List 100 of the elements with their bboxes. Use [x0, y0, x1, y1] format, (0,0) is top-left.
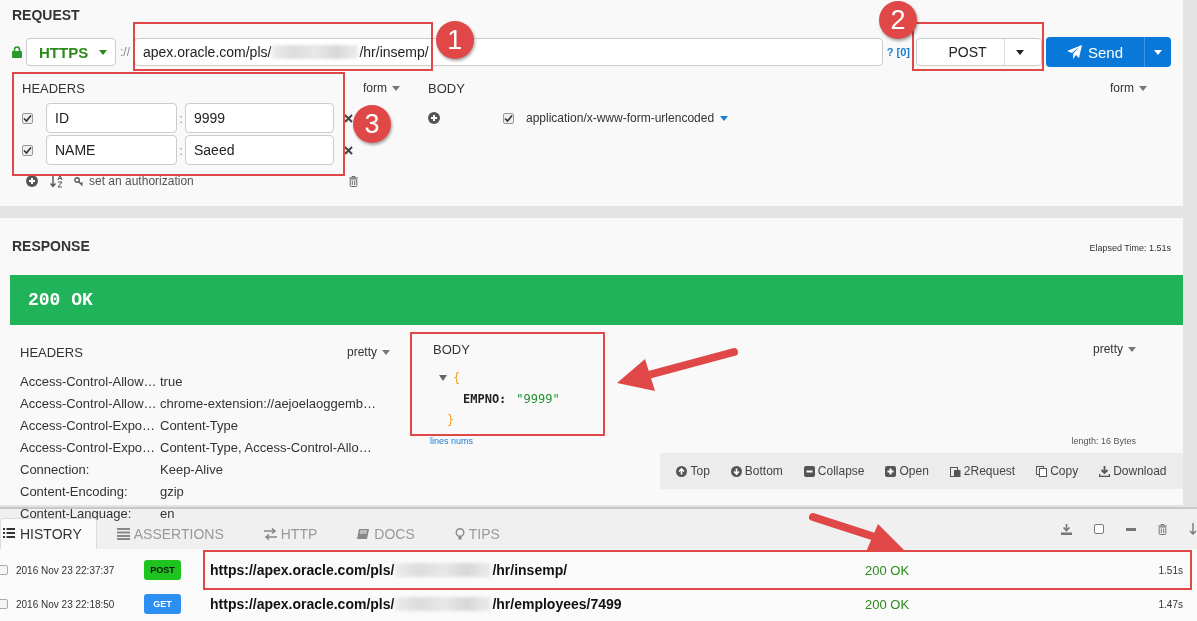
header-value: en: [160, 505, 175, 521]
header-name-field[interactable]: NAME: [46, 135, 177, 165]
section-title: BODY: [428, 80, 465, 96]
plus-square-icon: [885, 465, 897, 477]
header-value: Content-Type: [160, 417, 239, 433]
mode-dropdown[interactable]: form: [1110, 81, 1147, 95]
colon-text: :: [178, 110, 184, 126]
header-value: Keep-Alive: [160, 461, 223, 477]
toolbar-button[interactable]: 2Request: [949, 464, 1016, 478]
checkbox[interactable]: [0, 565, 8, 575]
close-icon[interactable]: [344, 145, 353, 155]
timestamp-text: 2016 Nov 23 22:37:37: [16, 564, 116, 576]
arrow-down-circle-icon: [730, 465, 742, 477]
minus-square-icon: [803, 465, 815, 477]
minimize-icon[interactable]: [1126, 527, 1136, 531]
header-value-field[interactable]: Saeed: [185, 135, 334, 165]
method-badge: GET: [144, 594, 181, 614]
toolbar-button[interactable]: Copy: [1036, 464, 1079, 478]
tab[interactable]: HISTORY: [0, 518, 97, 549]
header-name: Access-Control-Allow…: [20, 395, 158, 411]
header-name: Access-Control-Expo…: [20, 417, 157, 433]
toolbar-button[interactable]: Download: [1099, 464, 1167, 478]
section-title: REQUEST: [12, 7, 80, 25]
header-value: true: [160, 373, 183, 389]
elapsed-time-text: Elapsed Time: 1.51s: [1089, 243, 1171, 253]
authorization-link[interactable]: set an authorization: [89, 174, 194, 188]
toolbar-button[interactable]: Collapse: [803, 464, 865, 478]
key-icon: [74, 176, 83, 186]
add-icon[interactable]: [26, 175, 38, 187]
length-text: length: 16 Bytes: [1071, 436, 1136, 446]
download-icon[interactable]: [1061, 523, 1072, 535]
line-numbers-link[interactable]: lines nums: [430, 436, 474, 446]
status-bar: 200 OK: [10, 275, 1183, 325]
caret-icon: [1139, 85, 1147, 91]
section-title: HEADERS: [20, 344, 83, 360]
method-dropdown[interactable]: POST: [916, 38, 1042, 66]
request-url-link[interactable]: https://apex.oracle.com/pls/: [210, 596, 395, 612]
section-title: RESPONSE: [12, 238, 90, 256]
scheme-dropdown[interactable]: HTTPS: [26, 38, 116, 66]
caret-icon: [1016, 49, 1024, 55]
checkbox[interactable]: [22, 112, 33, 124]
header-name-field[interactable]: ID: [46, 103, 177, 133]
header-name: Access-Control-Allow…: [20, 373, 158, 389]
list-icon: [116, 527, 130, 540]
list-icon: [3, 528, 16, 540]
request-url-link[interactable]: https://apex.oracle.com/pls/: [210, 562, 395, 578]
header-name: Content-Language:: [20, 505, 133, 521]
caret-icon: [382, 349, 390, 355]
param-count-link[interactable]: [0]: [896, 46, 910, 58]
toolbar-button[interactable]: Top: [676, 464, 710, 478]
json-value: "9999": [516, 391, 560, 406]
header-name: Connection:: [20, 461, 91, 477]
paste-icon: [949, 465, 961, 477]
square-icon[interactable]: [1094, 524, 1104, 534]
section-title: BODY: [432, 342, 471, 357]
trash-icon[interactable]: [1158, 523, 1167, 535]
url-text: /hr/insemp/: [359, 44, 429, 60]
checkbox[interactable]: [22, 144, 33, 156]
header-value: Content-Type, Access-Control-Allo…: [160, 439, 372, 455]
help-link[interactable]: ?: [886, 46, 894, 58]
caret-icon: [1128, 346, 1136, 352]
close-icon[interactable]: [344, 113, 353, 123]
mode-dropdown[interactable]: pretty: [347, 345, 390, 359]
send-button[interactable]: Send: [1046, 37, 1171, 67]
header-value: gzip: [160, 483, 184, 499]
checkbox[interactable]: [0, 599, 8, 609]
swap-arrows-icon: [263, 527, 277, 540]
json-brace: }: [447, 412, 455, 427]
header-name: Content-Encoding:: [20, 483, 129, 499]
checkbox[interactable]: [503, 112, 514, 124]
status-text: 200 OK: [865, 596, 910, 612]
request-url-link[interactable]: /hr/employees/7499: [492, 596, 622, 612]
url-text: apex.oracle.com/pls/: [143, 44, 272, 60]
status-text: 200 OK: [865, 562, 910, 578]
timestamp-text: 2016 Nov 23 22:18:50: [16, 598, 116, 610]
caret-icon: [99, 49, 107, 55]
book-icon: [357, 527, 371, 540]
json-brace: {: [453, 370, 461, 385]
method-badge: POST: [144, 560, 181, 580]
toolbar-button[interactable]: Bottom: [730, 464, 783, 478]
sort-icon[interactable]: [50, 174, 64, 188]
trash-icon[interactable]: [349, 175, 358, 187]
caret-icon: [720, 115, 729, 121]
json-key: EMPNO:: [463, 391, 507, 406]
colon-text: :: [178, 142, 184, 158]
toolbar-button[interactable]: Open: [885, 464, 929, 478]
duration-text: 1.47s: [1158, 598, 1183, 610]
duration-text: 1.51s: [1158, 564, 1183, 576]
collapse-triangle-icon[interactable]: [439, 374, 447, 381]
arrow-up-circle-icon: [676, 465, 688, 477]
request-url-link[interactable]: /hr/insemp/: [492, 562, 568, 578]
copy-icon: [1036, 465, 1048, 477]
header-name: Access-Control-Expo…: [20, 439, 157, 455]
mode-dropdown[interactable]: form: [363, 81, 400, 95]
content-type-dropdown[interactable]: application/x-www-form-urlencoded: [526, 111, 729, 125]
add-icon[interactable]: [428, 112, 440, 124]
header-value-field[interactable]: 9999: [185, 103, 334, 133]
caret-icon: [1154, 49, 1162, 55]
arrow-down-icon[interactable]: [1189, 523, 1197, 535]
mode-dropdown[interactable]: pretty: [1093, 342, 1136, 356]
